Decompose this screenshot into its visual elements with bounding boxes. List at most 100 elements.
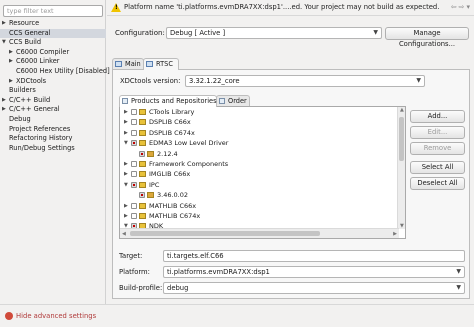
nav-item-label: Debug xyxy=(9,114,31,123)
select-all-button[interactable]: Select All xyxy=(410,161,465,174)
scroll-down-icon[interactable]: ▼ xyxy=(400,223,404,229)
product-checkbox[interactable] xyxy=(131,140,137,147)
product-checkbox[interactable] xyxy=(139,150,145,157)
nav-item[interactable]: Project References xyxy=(0,125,106,135)
nav-item[interactable]: Builders xyxy=(0,86,106,96)
vertical-scroll-thumb[interactable] xyxy=(399,117,404,161)
product-row[interactable]: ▶ MATHLIB C674x xyxy=(120,211,405,221)
product-row[interactable]: ▶ CTools Library xyxy=(120,107,405,117)
collapsed-arrow-icon[interactable]: ▶ xyxy=(124,211,128,221)
hide-advanced-settings-link[interactable]: Hide advanced settings xyxy=(16,312,96,320)
product-row[interactable]: ▶ MATHLIB C66x xyxy=(120,201,405,211)
nav-item-label: C6000 Linker xyxy=(16,57,60,66)
nav-item[interactable]: CCS General xyxy=(0,28,106,39)
package-icon xyxy=(147,150,154,157)
scroll-left-icon[interactable]: ◀ xyxy=(122,231,126,237)
nav-item-label: XDCtools xyxy=(16,76,47,85)
product-checkbox[interactable] xyxy=(131,109,137,115)
manage-configurations-button[interactable]: Manage Configurations... xyxy=(385,27,469,48)
main-tab-icon xyxy=(115,61,122,67)
collapsed-arrow-icon[interactable]: ▶ xyxy=(9,77,13,87)
target-field[interactable]: ti.targets.elf.C66 xyxy=(163,250,465,262)
add-button[interactable]: Add... xyxy=(410,110,465,123)
product-checkbox[interactable] xyxy=(139,192,145,199)
nav-item[interactable]: ▶ C/C++ General xyxy=(0,105,106,115)
collapsed-arrow-icon[interactable]: ▶ xyxy=(9,57,13,67)
collapsed-arrow-icon[interactable]: ▶ xyxy=(2,96,6,106)
collapsed-arrow-icon[interactable]: ▶ xyxy=(9,48,13,58)
deselect-all-button[interactable]: Deselect All xyxy=(410,177,465,190)
nav-item[interactable]: ▶ C6000 Compiler xyxy=(0,48,106,58)
chevron-down-icon: ▼ xyxy=(456,268,461,275)
nav-item-label: Run/Debug Settings xyxy=(9,143,75,152)
nav-item[interactable]: ▶ Resource xyxy=(0,19,106,29)
product-checkbox[interactable] xyxy=(131,202,137,209)
collapsed-arrow-icon[interactable]: ▶ xyxy=(124,159,128,169)
product-checkbox[interactable] xyxy=(131,119,137,126)
product-row[interactable]: ▶ DSPLIB C674x xyxy=(120,128,405,138)
tab-products-and-repositories[interactable]: Products and Repositories xyxy=(119,95,217,107)
expanded-arrow-icon[interactable]: ▼ xyxy=(124,180,128,190)
configuration-select[interactable]: Debug [ Active ] ▼ xyxy=(166,27,382,39)
scroll-up-icon[interactable]: ▲ xyxy=(400,107,404,113)
collapsed-arrow-icon[interactable]: ▶ xyxy=(124,169,128,179)
product-checkbox[interactable] xyxy=(131,129,137,136)
chevron-down-icon: ▼ xyxy=(416,77,421,84)
back-arrow-icon[interactable]: ⇦ xyxy=(451,3,459,11)
expanded-arrow-icon[interactable]: ▼ xyxy=(2,38,6,48)
vertical-scrollbar[interactable]: ▲ ▼ xyxy=(397,107,405,229)
collapsed-arrow-icon[interactable]: ▶ xyxy=(124,117,128,127)
nav-item[interactable]: ▶ XDCtools xyxy=(0,77,106,87)
horizontal-scrollbar[interactable]: ◀ ▶ xyxy=(120,228,399,238)
hide-advanced-icon[interactable] xyxy=(5,312,13,320)
product-row[interactable]: ▶ IMGLIB C66x xyxy=(120,169,405,179)
collapsed-arrow-icon[interactable]: ▶ xyxy=(2,19,6,29)
xdctools-version-select[interactable]: 3.32.1.22_core ▼ xyxy=(185,75,425,87)
product-row[interactable]: ▼ EDMA3 Low Level Driver xyxy=(120,138,405,148)
tab-order-label: Order xyxy=(228,97,247,105)
product-label: MATHLIB C674x xyxy=(149,211,201,220)
scroll-right-icon[interactable]: ▶ xyxy=(393,231,397,237)
expanded-arrow-icon[interactable]: ▼ xyxy=(124,138,128,148)
filter-input[interactable]: type filter text xyxy=(3,5,103,17)
horizontal-scroll-thumb[interactable] xyxy=(130,231,320,236)
product-row[interactable]: ▶ DSPLIB C66x xyxy=(120,117,405,127)
build-profile-value: debug xyxy=(167,284,189,292)
product-checkbox[interactable] xyxy=(131,160,137,167)
edit-button[interactable]: Edit... xyxy=(410,126,465,139)
nav-item[interactable]: ▶ C/C++ Build xyxy=(0,96,106,106)
nav-item[interactable]: ▼ CCS Build xyxy=(0,38,106,48)
product-label: CTools Library xyxy=(149,108,195,116)
menu-chevron-icon[interactable]: ▾ xyxy=(466,3,472,11)
nav-item-label: Builders xyxy=(9,86,36,95)
remove-button[interactable]: Remove xyxy=(410,142,465,155)
nav-item[interactable]: C6000 Hex Utility [Disabled] xyxy=(0,67,110,77)
build-profile-select[interactable]: debug ▼ xyxy=(163,282,465,294)
xdctools-version-label: XDCtools version: xyxy=(120,77,181,85)
tab-rtsc[interactable]: RTSC xyxy=(143,58,179,70)
product-row[interactable]: 3.46.0.02 xyxy=(120,190,405,200)
nav-item-label: Resource xyxy=(9,19,40,27)
nav-item-label: CCS General xyxy=(9,28,51,37)
collapsed-arrow-icon[interactable]: ▶ xyxy=(124,128,128,138)
product-checkbox[interactable] xyxy=(131,212,137,219)
product-checkbox[interactable] xyxy=(131,181,137,188)
navigation-buttons: ⇦⇨▾ xyxy=(451,3,472,11)
product-row[interactable]: ▶ Framework Components xyxy=(120,159,405,169)
collapsed-arrow-icon[interactable]: ▶ xyxy=(124,201,128,211)
nav-item[interactable]: ▶ C6000 Linker xyxy=(0,57,106,67)
platform-select[interactable]: ti.platforms.evmDRA7XX:dsp1 ▼ xyxy=(163,266,465,278)
nav-item[interactable]: Refactoring History xyxy=(0,134,106,144)
nav-item[interactable]: Debug xyxy=(0,115,106,125)
collapsed-arrow-icon[interactable]: ▶ xyxy=(2,105,6,115)
product-checkbox[interactable] xyxy=(131,171,137,178)
product-row[interactable]: ▼ IPC xyxy=(120,180,405,190)
product-label: DSPLIB C66x xyxy=(149,118,191,127)
product-row[interactable]: 2.12.4 xyxy=(120,149,405,159)
product-label: IMGLIB C66x xyxy=(149,170,191,179)
warning-icon: ! xyxy=(111,3,121,12)
products-list[interactable]: ▶ CTools Library ▶ DSPLIB C66x ▶ DSPLIB C674x… xyxy=(119,106,406,239)
collapsed-arrow-icon[interactable]: ▶ xyxy=(124,107,128,117)
nav-item[interactable]: Run/Debug Settings xyxy=(0,144,106,154)
package-icon xyxy=(139,160,146,167)
